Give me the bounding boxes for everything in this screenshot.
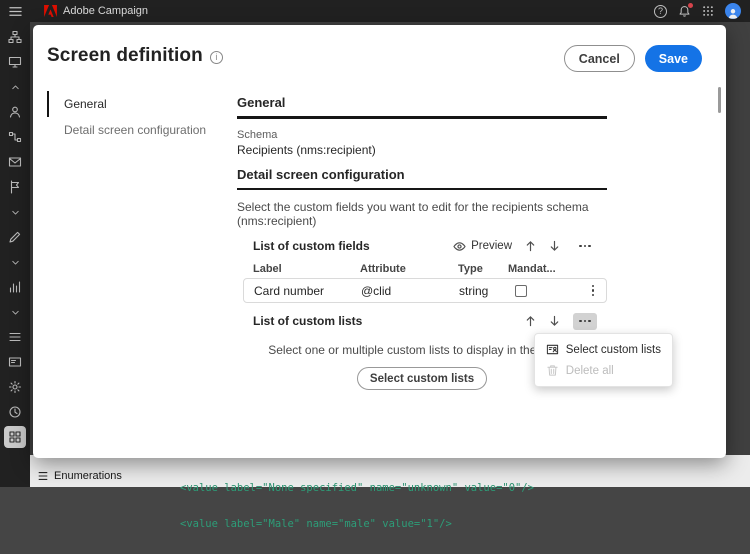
menu-item-label: Select custom lists (565, 343, 661, 356)
detail-section-heading: Detail screen configuration (237, 166, 405, 182)
column-header-label: Label (253, 263, 282, 275)
detail-section-description: Select the custom fields you want to edi… (237, 200, 589, 228)
nav-item-detail-screen-configuration[interactable]: Detail screen configuration (47, 117, 225, 143)
page-title: Screen definition (47, 45, 203, 66)
custom-lists-title: List of custom lists (253, 314, 363, 328)
row-more-button[interactable] (590, 283, 597, 299)
preview-button[interactable]: Preview (453, 240, 512, 252)
custom-lists-controls (525, 312, 597, 330)
code-line: <value label="Male" name="male" value="1… (180, 518, 452, 530)
menu-item-select-custom-lists[interactable]: Select custom lists (535, 339, 672, 360)
cell-attribute: @clid (361, 283, 392, 298)
move-up-button[interactable] (525, 315, 536, 327)
dialog-content: General Schema Recipients (nms:recipient… (237, 87, 673, 390)
section-divider (237, 116, 607, 119)
menu-item-label: Delete all (565, 364, 614, 377)
custom-fields-table: Label Attribute Type Mandat... Card numb… (243, 260, 607, 303)
column-header-type: Type (458, 263, 483, 275)
preview-label: Preview (471, 240, 512, 252)
schema-value: Recipients (nms:recipient) (237, 142, 376, 157)
section-divider (237, 187, 607, 190)
custom-lists-toolbar: List of custom lists Select custom lists… (237, 309, 673, 387)
dialog-header: Screen definition (47, 45, 223, 67)
select-custom-lists-button[interactable]: Select custom lists (356, 367, 488, 390)
cell-mandatory (509, 284, 565, 297)
custom-fields-more-button[interactable] (573, 238, 597, 255)
schema-label: Schema (237, 128, 278, 141)
trash-icon (547, 365, 558, 376)
arrow-down-icon (550, 240, 559, 251)
screen-definition-dialog: Screen definition Cancel Save General De… (33, 25, 726, 458)
more-actions-menu: Select custom lists Delete all (533, 333, 673, 387)
move-up-button[interactable] (525, 240, 536, 252)
cancel-button[interactable]: Cancel (563, 45, 635, 72)
modal-scrollbar[interactable] (718, 87, 721, 113)
arrow-down-icon (550, 315, 559, 326)
table-row: Card number @clid string (243, 278, 607, 303)
column-header-attribute: Attribute (360, 263, 406, 275)
move-down-button[interactable] (549, 240, 560, 252)
cell-label: Card number (254, 283, 325, 298)
table-header-row: Label Attribute Type Mandat... (243, 260, 607, 278)
arrow-up-icon (526, 316, 535, 327)
move-down-button[interactable] (549, 315, 560, 327)
menu-item-delete-all[interactable]: Delete all (535, 360, 672, 381)
general-section-heading: General (237, 95, 286, 110)
cell-type: string (459, 283, 489, 298)
eye-icon (453, 241, 466, 251)
select-lists-icon (546, 344, 558, 355)
custom-lists-more-button[interactable] (573, 312, 597, 330)
nav-item-general[interactable]: General (47, 91, 225, 117)
dialog-side-nav: General Detail screen configuration (47, 91, 225, 143)
dialog-actions: Cancel Save (563, 45, 702, 72)
custom-fields-title: List of custom fields (253, 239, 370, 253)
custom-fields-controls: Preview (453, 238, 597, 255)
custom-fields-toolbar: List of custom fields Preview (237, 234, 607, 258)
info-icon[interactable] (209, 50, 223, 64)
save-button[interactable]: Save (644, 45, 702, 72)
column-header-mandatory: Mandat... (508, 263, 556, 275)
mandatory-checkbox[interactable] (515, 284, 527, 297)
arrow-up-icon (526, 241, 535, 252)
